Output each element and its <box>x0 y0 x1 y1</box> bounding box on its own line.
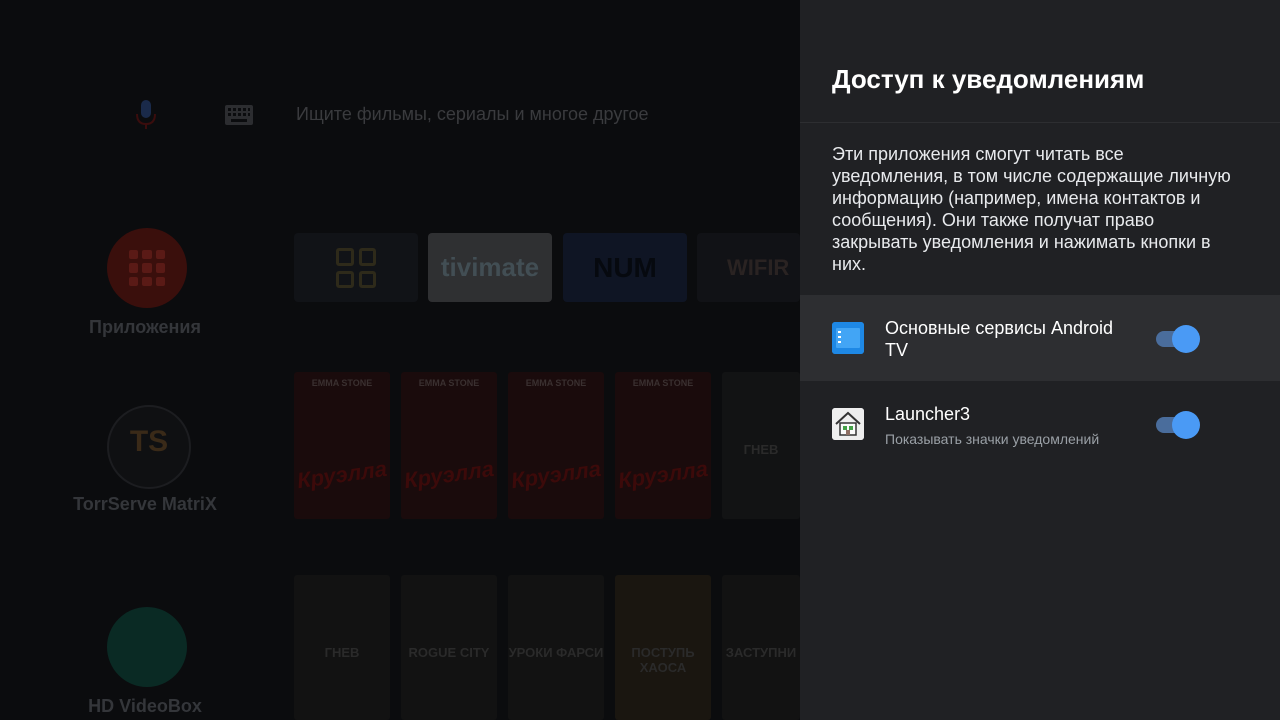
poster-card[interactable]: EMMA STONE Круэлла <box>615 372 711 519</box>
panel-header: Доступ к уведомлениям <box>800 0 1280 123</box>
launcher-home-icon <box>832 408 864 440</box>
poster-card[interactable]: ROGUE CITY <box>401 575 497 720</box>
poster-top-text: EMMA STONE <box>311 378 373 388</box>
apps-label: Приложения <box>89 317 201 337</box>
apps-grid-icon <box>129 250 165 286</box>
poster-title: ROGUE CITY <box>408 645 490 660</box>
microphone-icon[interactable] <box>134 100 158 130</box>
notification-access-toggle[interactable] <box>1156 411 1200 439</box>
poster-title: Круэлла <box>616 455 710 494</box>
keyboard-icon[interactable] <box>225 105 253 125</box>
android-tv-services-icon <box>832 322 864 354</box>
poster-card[interactable]: EMMA STONE Круэлла <box>508 372 604 519</box>
poster-top-text: EMMA STONE <box>525 378 587 388</box>
poster-title: Круэлла <box>402 455 496 494</box>
torrserve-logo-text: TS <box>129 425 169 458</box>
list-item-launcher3[interactable]: Launcher3 Показывать значки уведомлений <box>800 381 1280 467</box>
hdvideobox-app-icon[interactable] <box>107 607 187 687</box>
poster-title: УРОКИ ФАРСИ <box>508 645 604 660</box>
poster-title: Круэлла <box>295 455 389 494</box>
notification-access-toggle[interactable] <box>1156 325 1200 353</box>
grid-apps-icon <box>336 248 376 288</box>
poster-card[interactable]: ПОСТУПЬ ХАОСА <box>615 575 711 720</box>
torrserve-label: TorrServe MatriX <box>73 494 217 514</box>
app-tile-wifir[interactable]: WIFIR <box>697 233 800 302</box>
item-name: Основные сервисы Android TV <box>885 318 1114 360</box>
panel-title: Доступ к уведомлениям <box>832 64 1145 94</box>
panel-description: Эти приложения смогут читать все уведомл… <box>832 144 1231 274</box>
hdvideobox-label: HD VideoBox <box>88 696 202 716</box>
poster-card[interactable]: УРОКИ ФАРСИ <box>508 575 604 720</box>
poster-card[interactable]: EMMA STONE Круэлла <box>294 372 390 519</box>
poster-title: Круэлла <box>509 455 603 494</box>
app-tile-num[interactable]: NUM <box>563 233 687 302</box>
poster-card[interactable]: ГНЕВ <box>294 575 390 720</box>
poster-title: ГНЕВ <box>743 442 779 457</box>
notification-access-panel: Доступ к уведомлениям Эти приложения смо… <box>800 0 1280 720</box>
search-placeholder[interactable]: Ищите фильмы, сериалы и многое другое <box>296 104 649 125</box>
torrserve-app-icon[interactable]: TS <box>107 405 191 489</box>
poster-title: ПОСТУПЬ ХАОСА <box>631 645 695 675</box>
poster-card[interactable]: ГНЕВ <box>722 372 800 519</box>
list-item-android-tv-services[interactable]: Основные сервисы Android TV <box>800 295 1280 381</box>
poster-card[interactable]: EMMA STONE Круэлла <box>401 372 497 519</box>
item-subtitle: Показывать значки уведомлений <box>885 431 1100 447</box>
poster-card[interactable]: ЗАСТУПНИ <box>722 575 800 720</box>
poster-top-text: EMMA STONE <box>632 378 694 388</box>
poster-top-text: EMMA STONE <box>418 378 480 388</box>
poster-title: ЗАСТУПНИ <box>725 645 797 660</box>
poster-title: ГНЕВ <box>324 645 360 660</box>
app-tile-tivimate[interactable]: tivimate <box>428 233 552 302</box>
app-tile-grid[interactable] <box>294 233 418 302</box>
apps-button[interactable] <box>107 228 187 308</box>
item-name: Launcher3 <box>885 404 971 424</box>
